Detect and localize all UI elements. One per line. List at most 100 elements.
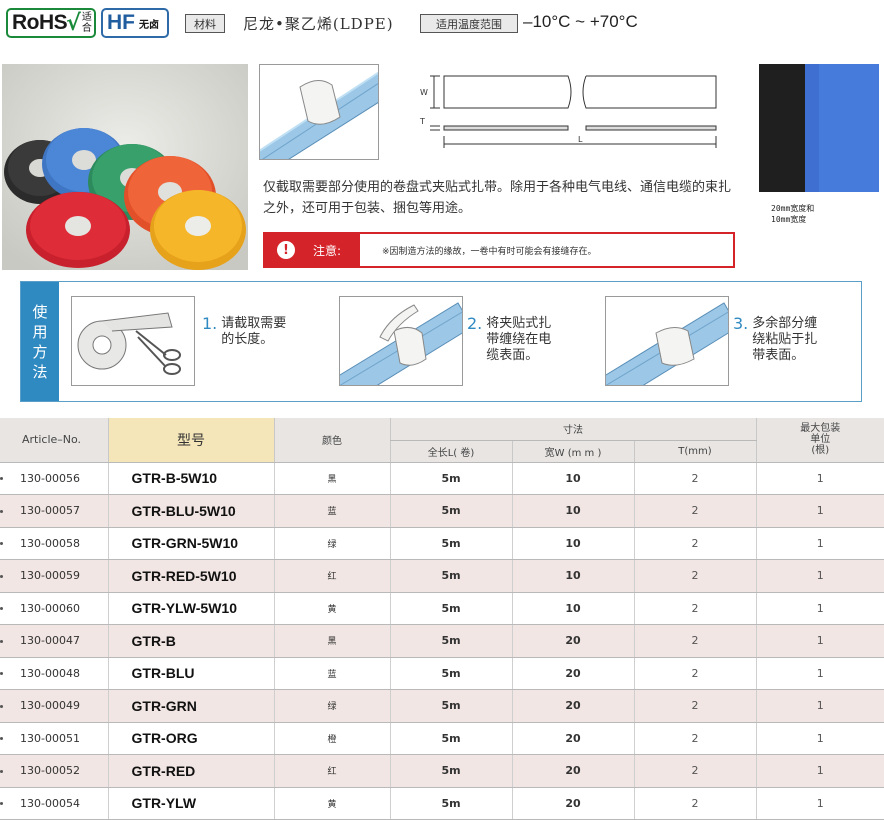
col-header-length: 全长L( 卷): [389, 440, 512, 463]
pack-cell: 1: [755, 494, 884, 528]
t-cell: 2: [633, 494, 756, 528]
pack-cell: 1: [755, 592, 884, 625]
pack-cell: 1: [755, 787, 884, 820]
length-cell: 5m: [389, 689, 512, 723]
color-cell: 黄: [273, 592, 390, 625]
model-cell: GTR-BLU: [107, 657, 274, 690]
model-cell: GTR-RED-5W10: [107, 559, 274, 593]
exclamation-icon: !: [277, 241, 295, 259]
table-row: 130-00051 GTR-ORG 橙 5m 20 2 1: [0, 722, 884, 755]
table-row: 130-00059 GTR-RED-5W10 红 5m 10 2 1: [0, 559, 884, 593]
width-cell: 20: [511, 657, 634, 690]
table-row: 130-00052 GTR-RED 红 5m 20 2 1: [0, 754, 884, 788]
color-cell: 绿: [273, 689, 390, 723]
step-1-illustration: [71, 296, 195, 386]
dimension-diagram: W T L: [419, 75, 717, 148]
pack-cell: 1: [755, 559, 884, 593]
width-cell: 10: [511, 462, 634, 495]
wrap-cable-image: [340, 302, 462, 385]
cable-wrap-sketch: [259, 64, 379, 160]
hf-text: HF: [107, 11, 135, 34]
model-cell: GTR-YLW: [107, 787, 274, 820]
color-cell: 橙: [273, 722, 390, 755]
article-cell: 130-00054: [0, 787, 108, 820]
table-row: 130-00060 GTR-YLW-5W10 黄 5m 10 2 1: [0, 592, 884, 625]
tape-rolls-image: [2, 64, 248, 270]
warning-box: ! 注意: ※因制造方法的缘故，一卷中有时可能会有接缝存在。: [263, 232, 735, 268]
color-cell: 黄: [273, 787, 390, 820]
t-cell: 2: [633, 689, 756, 723]
table-row: 130-00047 GTR-B 黑 5m 20 2 1: [0, 624, 884, 658]
col-header-color: 颜色: [273, 418, 390, 463]
scissors-cut-image: [77, 312, 181, 375]
width-cell: 20: [511, 689, 634, 723]
l-label: L: [578, 135, 583, 144]
length-cell: 5m: [389, 754, 512, 788]
table-row: 130-00054 GTR-YLW 黄 5m 20 2 1: [0, 787, 884, 820]
halogen-free-badge: HF 无卤: [101, 8, 169, 38]
article-cell: 130-00060: [0, 592, 108, 625]
usage-section: 使 用 方 法 1. 请截取需要 的长度。 2. 将夹贴式扎 带缠绕在电 缆表面…: [20, 281, 862, 402]
article-cell: 130-00058: [0, 527, 108, 560]
usage-step-1: 1. 请截取需要 的长度。: [202, 314, 287, 348]
article-cell: 130-00048: [0, 657, 108, 690]
product-description: 仅截取需要部分使用的卷盘式夹贴式扎带。除用于各种电气电线、通信电缆的束扎之外，还…: [263, 180, 732, 216]
table-row: 130-00058 GTR-GRN-5W10 绿 5m 10 2 1: [0, 527, 884, 560]
width-comparison-photo: [759, 64, 879, 192]
color-cell: 蓝: [273, 494, 390, 528]
length-cell: 5m: [389, 787, 512, 820]
t-cell: 2: [633, 787, 756, 820]
pack-cell: 1: [755, 754, 884, 788]
cable-illustration: [260, 71, 378, 159]
temperature-value: –10°C ~ +70°C: [523, 12, 638, 31]
warning-message: ※因制造方法的缘故，一卷中有时可能会有接缝存在。: [382, 247, 597, 257]
table-header-row: Article–No. 型号 颜色 寸法 最大包装 单位 (根): [0, 418, 884, 463]
t-cell: 2: [633, 657, 756, 690]
length-cell: 5m: [389, 559, 512, 593]
rohs-sub: 适 合: [81, 12, 92, 34]
length-cell: 5m: [389, 462, 512, 495]
t-label: T: [419, 117, 425, 126]
col-header-model: 型号: [107, 418, 274, 463]
t-cell: 2: [633, 624, 756, 658]
width-comparison-image: [759, 64, 879, 192]
t-cell: 2: [633, 559, 756, 593]
table-row: 130-00057 GTR-BLU-5W10 蓝 5m 10 2 1: [0, 494, 884, 528]
table-body: 130-00056 GTR-B-5W10 黑 5m 10 2 1 130-00057 GTR-B…: [0, 462, 884, 820]
article-cell: 130-00049: [0, 689, 108, 723]
usage-step-2: 2. 将夹贴式扎 带缠绕在电 缆表面。: [467, 314, 552, 364]
article-cell: 130-00051: [0, 722, 108, 755]
model-cell: GTR-ORG: [107, 722, 274, 755]
rohs-text: RoHS: [12, 11, 68, 34]
width-cell: 10: [511, 527, 634, 560]
color-cell: 红: [273, 559, 390, 593]
col-header-t: T(mm): [633, 440, 756, 463]
model-cell: GTR-YLW-5W10: [107, 592, 274, 625]
col-header-dimensions: 寸法: [389, 418, 756, 441]
width-cell: 10: [511, 559, 634, 593]
dimension-drawing: W T L: [416, 70, 726, 160]
t-cell: 2: [633, 592, 756, 625]
hf-sub: 无卤: [139, 19, 159, 31]
width-cell: 10: [511, 494, 634, 528]
t-cell: 2: [633, 527, 756, 560]
color-cell: 蓝: [273, 657, 390, 690]
length-cell: 5m: [389, 624, 512, 658]
model-cell: GTR-BLU-5W10: [107, 494, 274, 528]
pack-cell: 1: [755, 689, 884, 723]
length-cell: 5m: [389, 527, 512, 560]
t-cell: 2: [633, 754, 756, 788]
pack-cell: 1: [755, 462, 884, 495]
temperature-label: 适用温度范围: [420, 14, 518, 33]
table-row: 130-00049 GTR-GRN 绿 5m 20 2 1: [0, 689, 884, 723]
side-caption: 20mm宽度和 10mm宽度: [771, 204, 815, 224]
color-cell: 红: [273, 754, 390, 788]
usage-side-title: 使 用 方 法: [21, 282, 59, 401]
pack-cell: 1: [755, 624, 884, 658]
col-header-article: Article–No.: [0, 418, 108, 463]
article-cell: 130-00052: [0, 754, 108, 788]
step-3-illustration: [605, 296, 729, 386]
model-cell: GTR-GRN: [107, 689, 274, 723]
stick-tape-image: [606, 302, 728, 385]
length-cell: 5m: [389, 592, 512, 625]
